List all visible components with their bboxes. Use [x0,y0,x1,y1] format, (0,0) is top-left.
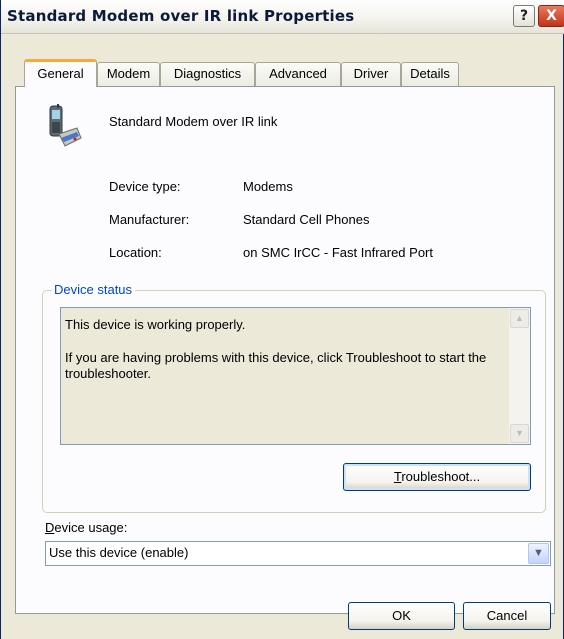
tab-details[interactable]: Details [401,62,459,86]
device-name: Standard Modem over IR link [109,114,278,129]
status-help-text: If you are having problems with this dev… [65,350,487,381]
device-usage-label: Device usage: [45,520,128,535]
tab-general[interactable]: General [24,59,97,87]
chevron-down-icon[interactable]: ▼ [528,543,549,564]
close-icon: X [546,8,557,24]
status-scrollbar[interactable]: ▲ ▼ [509,308,530,444]
troubleshoot-button[interactable]: Troubleshoot... [343,463,531,491]
status-message: This device is working properly. [65,317,246,332]
mobile-phone-modem-icon [49,104,82,147]
window-title: Standard Modem over IR link Properties [7,7,355,25]
help-icon: ? [519,8,529,24]
scroll-up-icon[interactable]: ▲ [510,309,529,328]
device-status-title: Device status [52,282,136,297]
device-type-label: Device type: [109,179,181,194]
manufacturer-value: Standard Cell Phones [243,212,370,227]
device-usage-value: Use this device (enable) [49,545,189,560]
ok-button[interactable]: OK [348,602,455,630]
scroll-down-icon[interactable]: ▼ [510,424,529,443]
tab-driver[interactable]: Driver [341,62,401,86]
cancel-button[interactable]: Cancel [463,602,551,630]
manufacturer-label: Manufacturer: [109,212,190,227]
tab-diagnostics[interactable]: Diagnostics [160,62,255,86]
properties-dialog: Standard Modem over IR link Properties ?… [0,0,564,639]
location-label: Location: [109,245,162,260]
tab-modem[interactable]: Modem [97,62,160,86]
title-bar[interactable]: Standard Modem over IR link Properties ?… [1,0,564,34]
tab-advanced[interactable]: Advanced [255,62,341,86]
close-button[interactable]: X [538,5,564,27]
device-type-value: Modems [243,179,293,194]
help-button[interactable]: ? [513,5,535,27]
location-value: on SMC IrCC - Fast Infrared Port [243,245,433,260]
